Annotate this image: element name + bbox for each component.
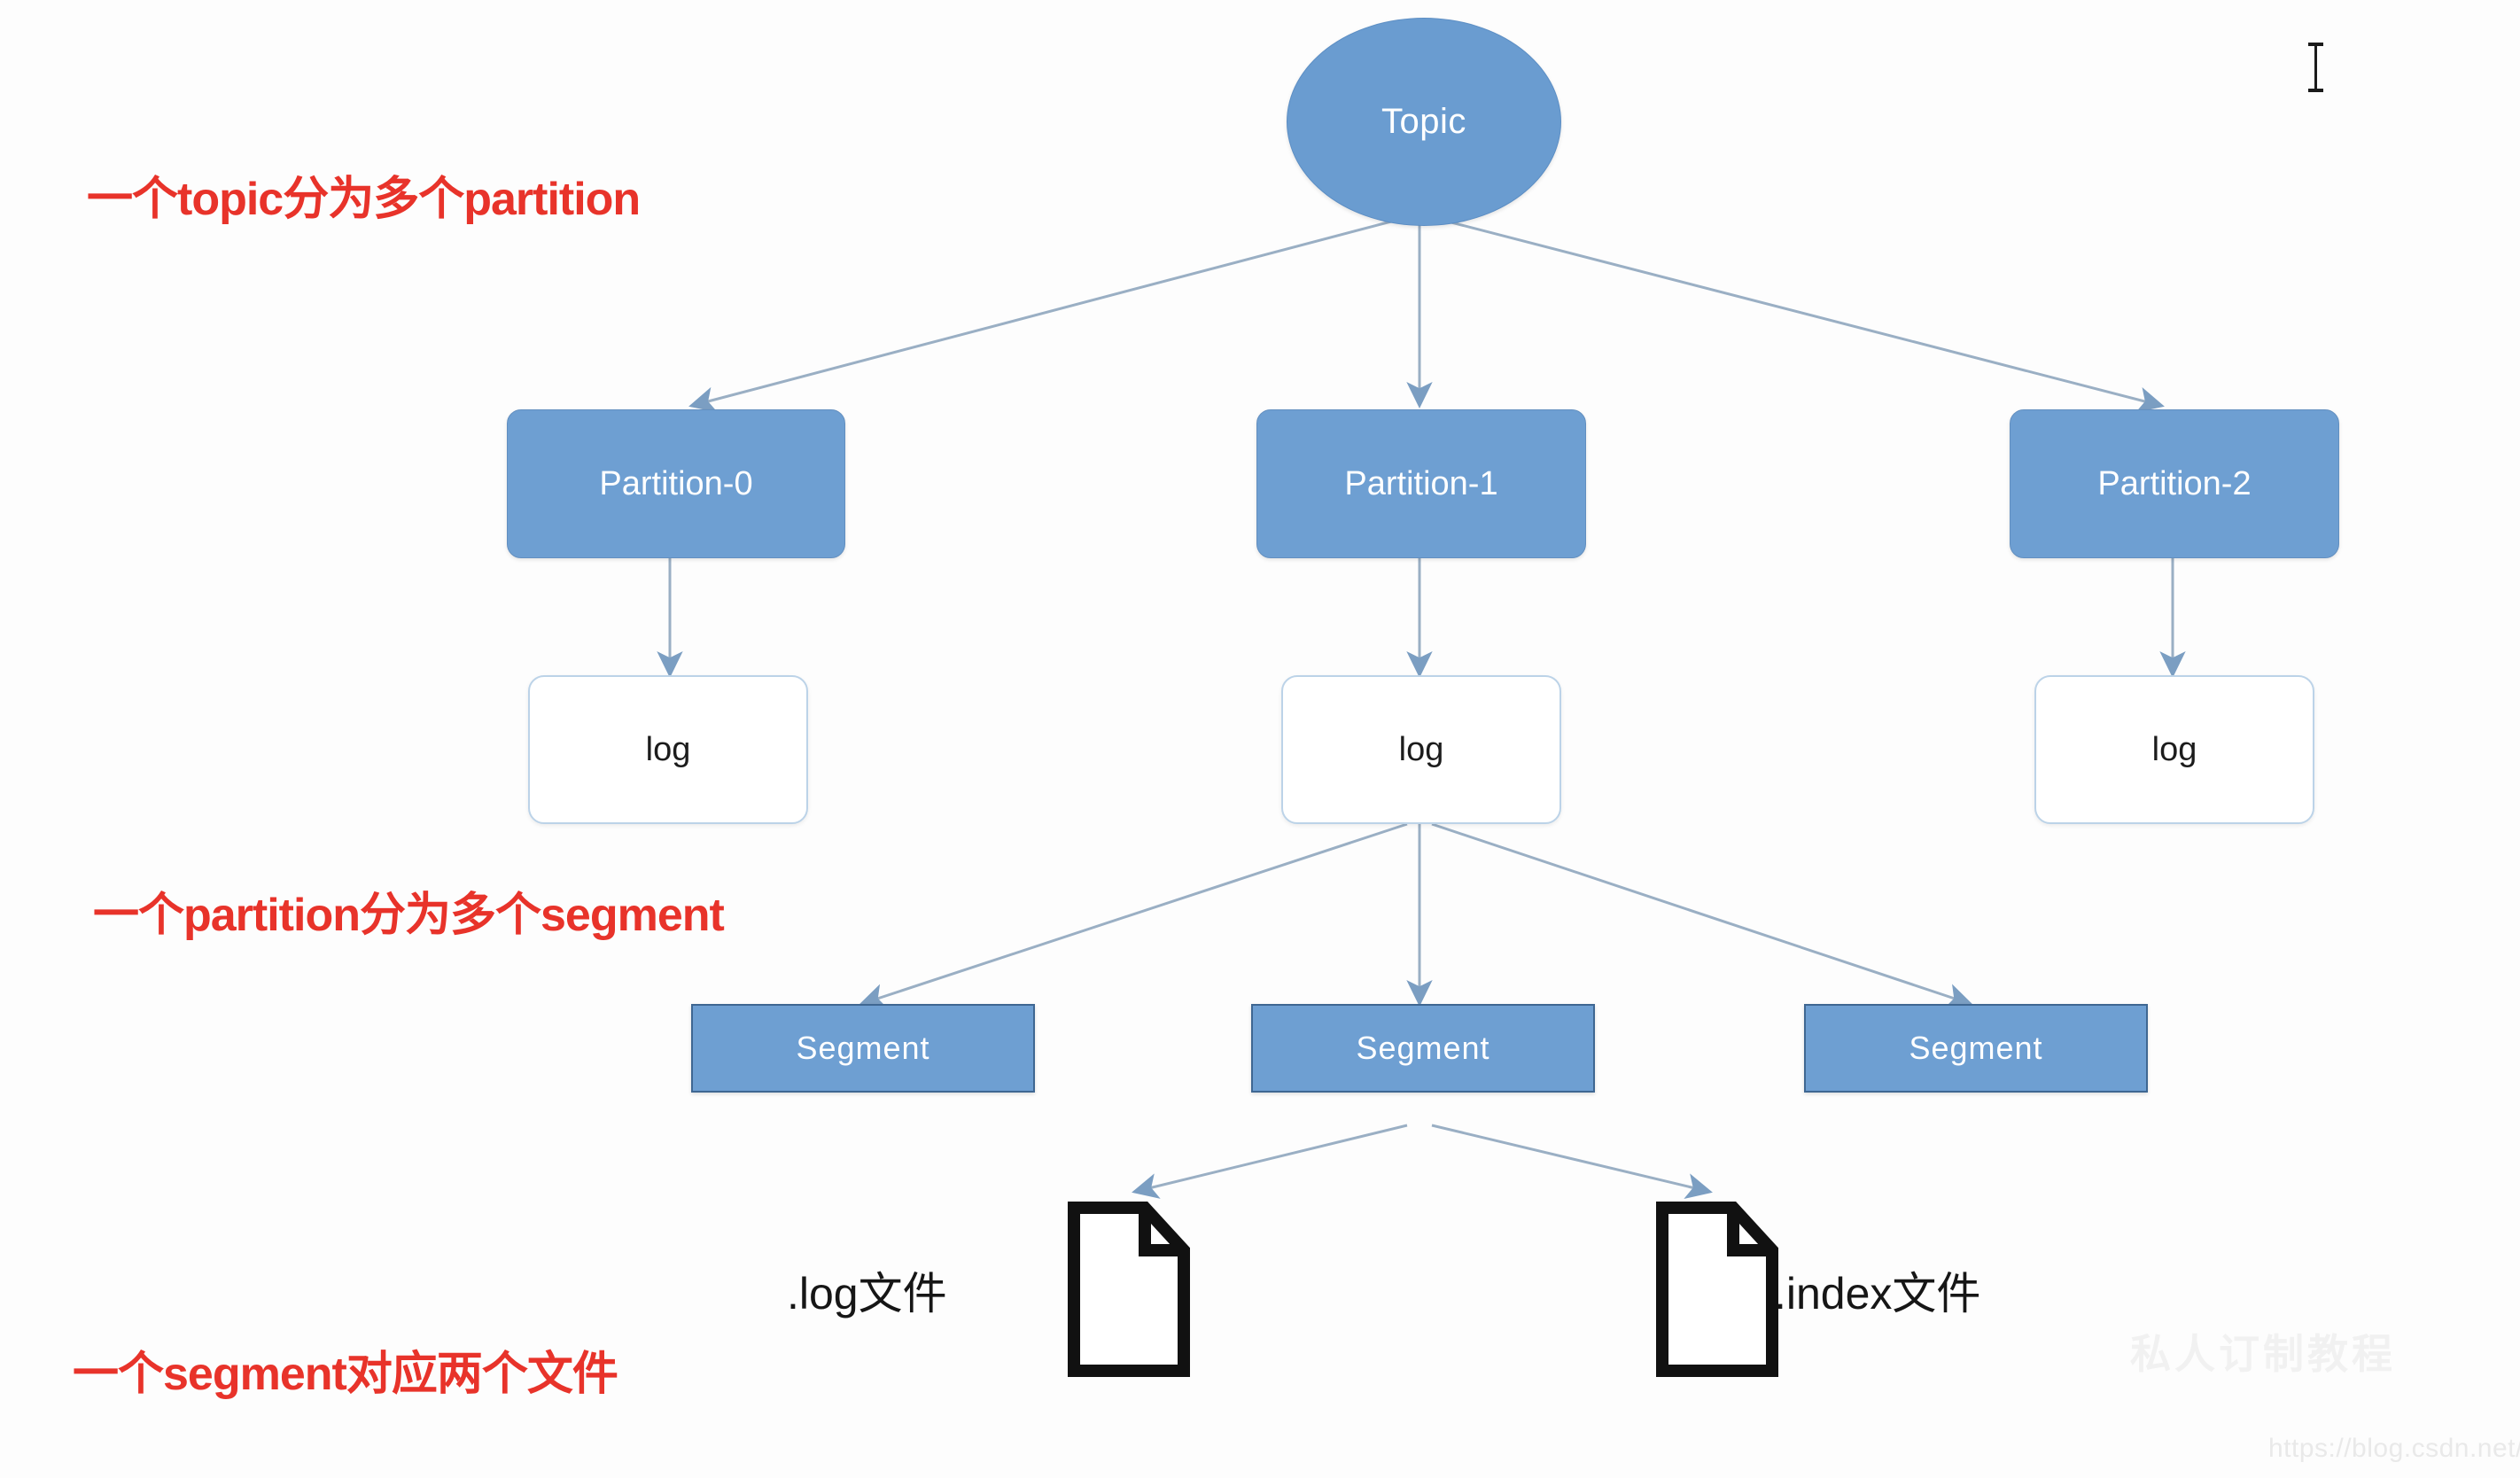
node-partition-1-label: Partition-1: [1344, 464, 1498, 502]
node-segment-0[interactable]: Segment: [691, 1004, 1035, 1093]
edge-topic-partition0: [688, 220, 1392, 413]
node-partition-2-label: Partition-2: [2097, 464, 2252, 502]
diagram-canvas: Topic Partition-0 Partition-1 Partition-…: [0, 0, 2520, 1478]
annotation-topic-partition: 一个topic分为多个partition: [87, 174, 641, 225]
node-segment-1[interactable]: Segment: [1251, 1004, 1595, 1093]
watermark-url: https://blog.csdn.net/tianhaolin1991: [2268, 1434, 2520, 1463]
node-log-2[interactable]: log: [2034, 675, 2314, 824]
edge-log1-segment0: [859, 822, 1408, 1009]
file-label-log: .log文件: [787, 1269, 947, 1319]
node-log-2-label: log: [2151, 730, 2197, 768]
node-partition-2[interactable]: Partition-2: [2010, 409, 2339, 558]
file-label-index: .index文件: [1774, 1269, 1981, 1319]
node-segment-2-label: Segment: [1909, 1030, 2043, 1066]
node-segment-1-label: Segment: [1356, 1030, 1490, 1066]
edge-topic-partition2: [1447, 220, 2165, 413]
node-topic-label: Topic: [1381, 102, 1466, 141]
node-topic[interactable]: Topic: [1287, 18, 1561, 226]
node-segment-0-label: Segment: [796, 1030, 930, 1066]
node-log-0[interactable]: log: [528, 675, 808, 824]
node-segment-2[interactable]: Segment: [1804, 1004, 2148, 1093]
text-cursor-icon: [2308, 43, 2323, 92]
node-log-1[interactable]: log: [1281, 675, 1561, 824]
node-log-0-label: log: [645, 730, 691, 768]
edge-log1-segment2: [1431, 822, 1973, 1009]
annotation-partition-segment: 一个partition分为多个segment: [93, 890, 725, 941]
node-partition-1[interactable]: Partition-1: [1256, 409, 1586, 558]
node-partition-0[interactable]: Partition-0: [507, 409, 845, 558]
watermark-chinese: 私人订制教程: [2130, 1331, 2396, 1377]
node-partition-0-label: Partition-0: [599, 464, 753, 502]
node-log-1-label: log: [1398, 730, 1444, 768]
edge-segment1-logfile: [1132, 1124, 1408, 1199]
edge-segment1-indexfile: [1431, 1124, 1713, 1200]
annotation-segment-files: 一个segment对应两个文件: [73, 1349, 618, 1400]
file-icon-log: [1068, 1202, 1190, 1377]
file-icon-index: [1656, 1202, 1778, 1377]
